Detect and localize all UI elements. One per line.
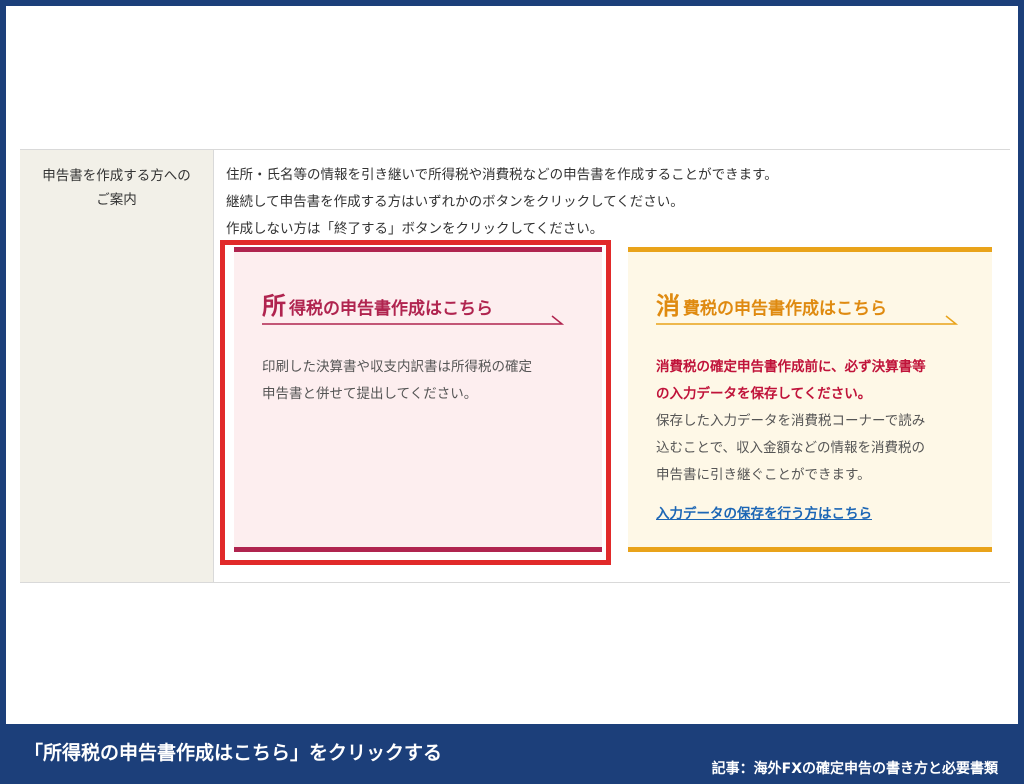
consumption-tax-heading[interactable]: 消費税の申告書作成はこちら <box>656 286 968 326</box>
consumption-tax-description-line: 申告書に引き継ぐことができます。 <box>656 467 871 483</box>
intro-line: 継続して申告書を作成する方はいずれかのボタンをクリックしてください。 <box>226 194 684 210</box>
table-header-line: 申告書を作成する方への <box>42 168 191 184</box>
save-warning-line: の入力データを保存してください。 <box>656 386 872 402</box>
intro-line: 住所・氏名等の情報を引き継いで所得税や消費税などの申告書を作成することができます… <box>226 167 778 183</box>
screenshot-frame: 申告書を作成する方への ご案内 住所・氏名等の情報を引き継いで所得税や消費税など… <box>6 6 1018 724</box>
consumption-tax-description-line: 込むことで、収入金額などの情報を消費税の <box>656 440 926 456</box>
intro-line: 作成しない方は「終了する」ボタンをクリックしてください。 <box>226 221 604 237</box>
save-warning-line: 消費税の確定申告書作成前に、必ず決算書等 <box>656 359 926 375</box>
consumption-tax-card[interactable]: 消費税の申告書作成はこちら 消費税の確定申告書作成前に、必ず決算書等 の入力デー… <box>628 247 992 552</box>
save-input-data-link[interactable]: 入力データの保存を行う方はこちら <box>656 501 872 528</box>
table-header-line: ご案内 <box>96 192 137 208</box>
instruction-caption: 「所得税の申告書作成はこちら」をクリックする <box>24 742 443 764</box>
consumption-tax-description-line: 保存した入力データを消費税コーナーで読み <box>656 413 926 429</box>
table-header-cell: 申告書を作成する方への ご案内 <box>20 150 214 582</box>
click-highlight-box <box>220 240 611 565</box>
article-caption: 記事：海外FXの確定申告の書き方と必要書類 <box>711 761 998 777</box>
intro-text: 住所・氏名等の情報を引き継いで所得税や消費税などの申告書を作成することができます… <box>226 162 778 243</box>
consumption-tax-description: 消費税の確定申告書作成前に、必ず決算書等 の入力データを保存してください。 保存… <box>656 354 926 528</box>
arrow-underline-icon <box>656 315 959 325</box>
